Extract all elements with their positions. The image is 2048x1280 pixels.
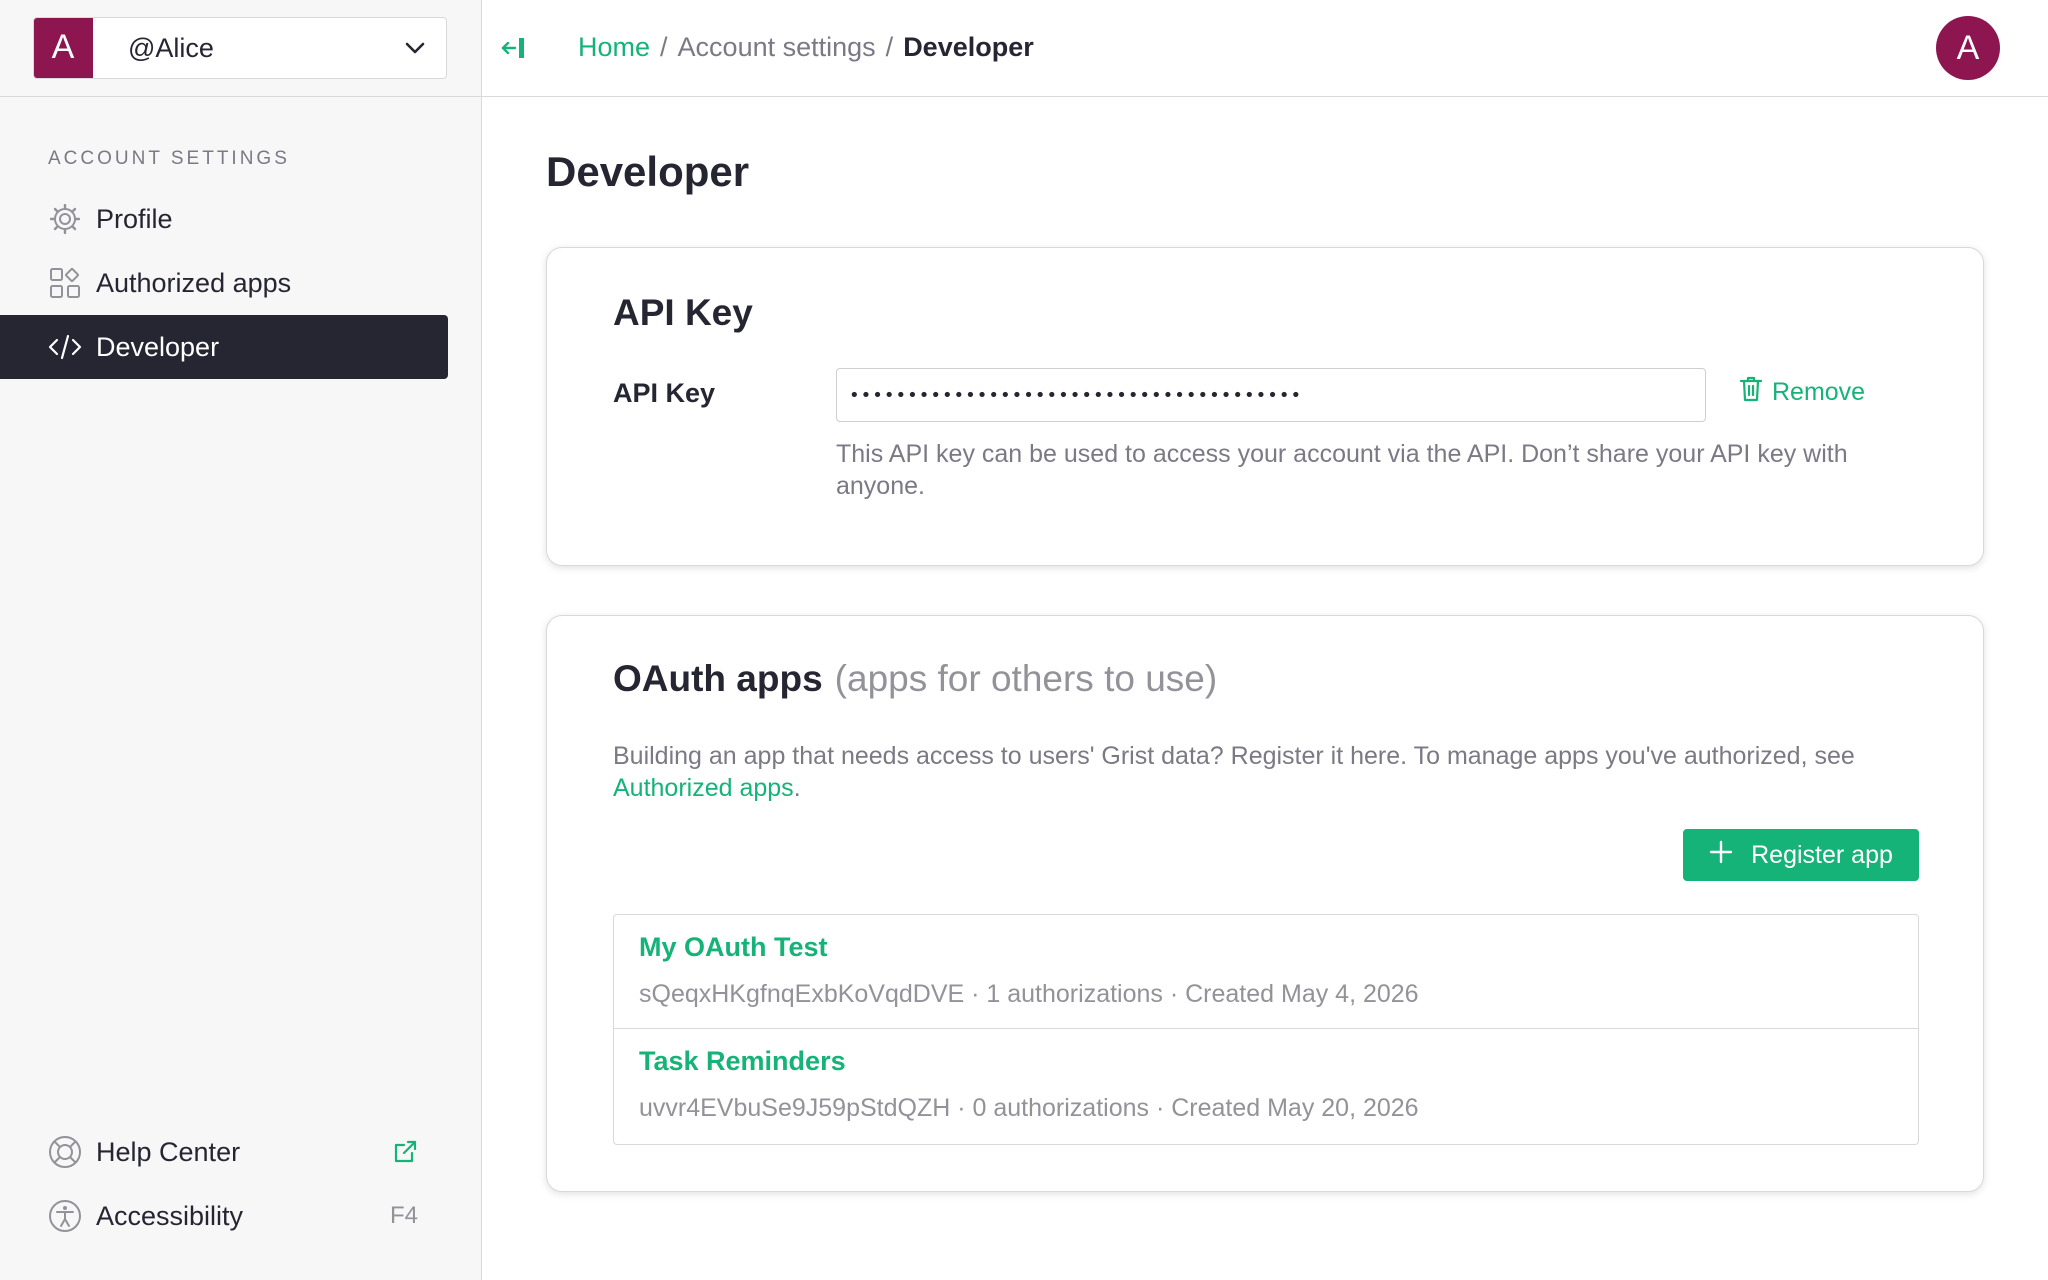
- breadcrumb: Home / Account settings / Developer: [578, 32, 1034, 63]
- sidebar-item-label: Authorized apps: [96, 267, 292, 298]
- trash-icon: [1739, 376, 1763, 409]
- description-suffix: .: [793, 774, 801, 802]
- account-name: @Alice: [128, 32, 214, 63]
- breadcrumb-separator: /: [660, 32, 668, 62]
- breadcrumb-separator: /: [885, 32, 894, 62]
- api-key-card: API Key API Key Remove This API key can …: [546, 247, 1984, 566]
- breadcrumb-current: Developer: [903, 32, 1034, 62]
- accessibility-icon: [45, 1199, 85, 1233]
- oauth-apps-list: My OAuth Test sQeqxHKgfnqExbKoVqdDVE · 1…: [613, 914, 1919, 1145]
- sidebar-item-profile[interactable]: Profile: [0, 187, 448, 251]
- api-key-heading: API Key: [613, 292, 753, 333]
- oauth-apps-title: OAuth apps: [613, 658, 823, 699]
- api-key-help-text: This API key can be used to access your …: [836, 440, 1848, 500]
- sidebar-item-label: Developer: [96, 331, 220, 362]
- api-key-label: API Key: [613, 378, 716, 408]
- list-item: Task Reminders uvvr4EVbuSe9J59pStdQZH · …: [614, 1029, 1918, 1143]
- breadcrumb-account-settings[interactable]: Account settings: [678, 32, 876, 63]
- oauth-apps-description: Building an app that needs access to use…: [613, 740, 1953, 804]
- oauth-apps-subtitle: (apps for others to use): [834, 658, 1218, 699]
- sidebar-item-developer[interactable]: Developer: [0, 315, 448, 379]
- collapse-sidebar-icon[interactable]: [498, 32, 530, 64]
- account-avatar-tile: A: [34, 18, 93, 78]
- app-meta: uvvr4EVbuSe9J59pStdQZH · 0 authorization…: [639, 1094, 1419, 1122]
- user-avatar[interactable]: A: [1936, 16, 2000, 80]
- oauth-apps-card: OAuth apps (apps for others to use) Build…: [546, 615, 1984, 1192]
- page-title: Developer: [546, 148, 750, 195]
- oauth-apps-heading: OAuth apps (apps for others to use): [613, 658, 1217, 700]
- app-meta: sQeqxHKgfnqExbKoVqdDVE · 1 authorization…: [639, 980, 1419, 1008]
- lifebuoy-icon: [45, 1135, 85, 1169]
- sidebar-item-accessibility[interactable]: Accessibility F4: [0, 1184, 448, 1248]
- sidebar-item-label: Profile: [96, 203, 173, 234]
- remove-api-key-button[interactable]: Remove: [1739, 376, 1866, 409]
- top-bar: Home / Account settings / Developer A: [482, 0, 2048, 97]
- chevron-down-icon: [384, 42, 446, 54]
- sidebar-item-label: Accessibility: [96, 1200, 244, 1231]
- apps-grid-icon: [45, 267, 85, 299]
- app-name-link[interactable]: My OAuth Test: [639, 932, 828, 963]
- api-key-field[interactable]: [836, 368, 1706, 422]
- gear-icon: [45, 204, 85, 234]
- sidebar-header: A @Alice: [0, 0, 481, 97]
- register-app-button[interactable]: Register app: [1683, 829, 1919, 881]
- plus-icon: [1709, 840, 1733, 871]
- description-text: Building an app that needs access to use…: [613, 742, 1855, 770]
- sidebar-item-help-center[interactable]: Help Center: [0, 1120, 448, 1184]
- remove-label: Remove: [1772, 378, 1866, 406]
- account-settings-heading: ACCOUNT SETTINGS: [48, 148, 290, 169]
- authorized-apps-link[interactable]: Authorized apps: [613, 774, 794, 802]
- sidebar-item-authorized-apps[interactable]: Authorized apps: [0, 251, 448, 315]
- list-item: My OAuth Test sQeqxHKgfnqExbKoVqdDVE · 1…: [614, 915, 1918, 1029]
- register-app-label: Register app: [1751, 840, 1893, 869]
- breadcrumb-home[interactable]: Home: [578, 32, 650, 63]
- app-name-link[interactable]: Task Reminders: [639, 1046, 846, 1077]
- sidebar-item-label: Help Center: [96, 1136, 241, 1167]
- account-picker[interactable]: A @Alice: [33, 17, 447, 79]
- code-icon: [45, 334, 85, 360]
- keyboard-shortcut: F4: [389, 1202, 418, 1229]
- external-link-icon: [392, 1139, 418, 1165]
- sidebar: A @Alice ACCOUNT SETTINGS Profile Author…: [0, 0, 482, 1280]
